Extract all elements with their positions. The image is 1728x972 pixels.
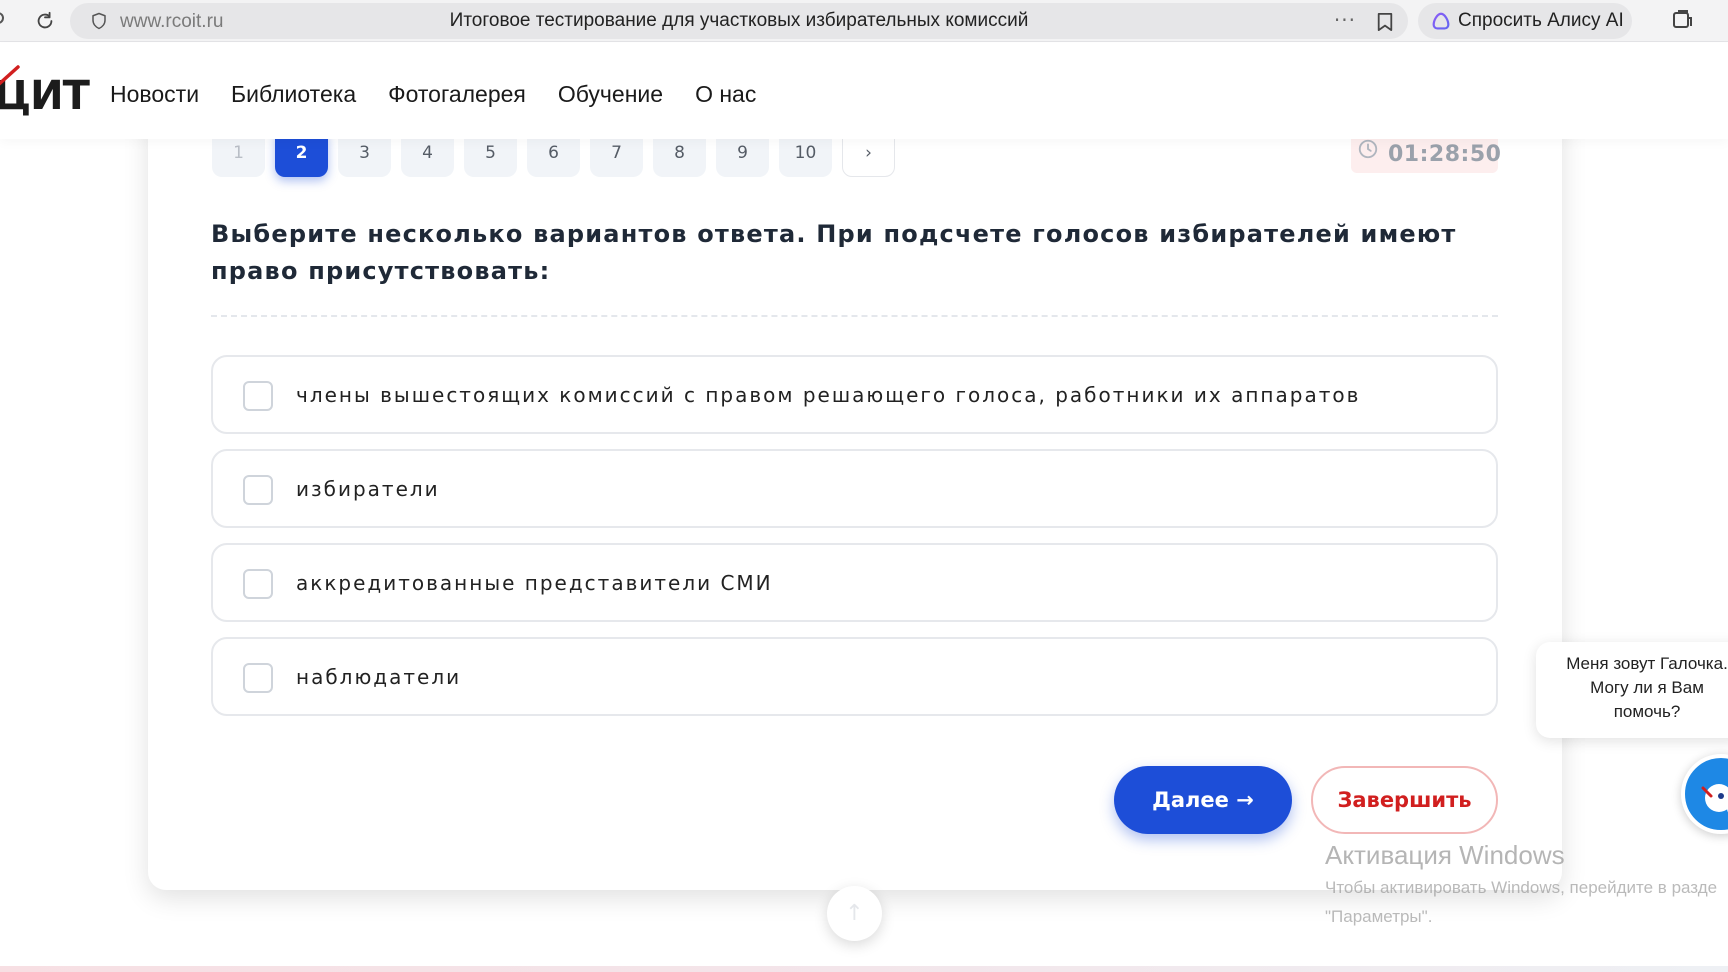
chat-greeting-text: Меня зовут Галочка. Могу ли я Вам помочь… (1536, 652, 1728, 724)
nav-item-library[interactable]: Библиотека (231, 81, 356, 108)
watermark-line-2: "Параметры". (1325, 907, 1433, 926)
shield-icon[interactable] (90, 12, 108, 30)
logo-checkmark-icon (0, 65, 20, 86)
reload-button[interactable] (32, 8, 58, 34)
answer-label: наблюдатели (296, 665, 462, 689)
ask-alice-button[interactable]: Спросить Алису AI (1418, 3, 1632, 39)
finish-test-button[interactable]: Завершить (1311, 766, 1498, 834)
nav-item-gallery[interactable]: Фотогалерея (388, 81, 526, 108)
answer-label: избиратели (296, 477, 440, 501)
answer-option[interactable]: аккредитованные представители СМИ (211, 543, 1498, 622)
clock-icon (1358, 139, 1378, 159)
more-menu-icon[interactable]: ··· (1334, 8, 1356, 32)
ask-alice-label: Спросить Алису AI (1458, 10, 1624, 31)
chat-line-2: Могу ли я Вам (1590, 678, 1704, 697)
answer-option[interactable]: наблюдатели (211, 637, 1498, 716)
tab-title: Итоговое тестирование для участковых изб… (449, 10, 1029, 31)
browser-toolbar: www.rcoit.ru Итоговое тестирование для у… (0, 0, 1728, 42)
answer-checkbox[interactable] (243, 569, 273, 599)
answer-option[interactable]: избиратели (211, 449, 1498, 528)
answer-label: аккредитованные представители СМИ (296, 571, 773, 595)
address-bar[interactable]: www.rcoit.ru Итоговое тестирование для у… (70, 3, 1408, 39)
bird-mascot-icon (1701, 784, 1728, 813)
url-text[interactable]: www.rcoit.ru (120, 11, 223, 33)
question-text: Выберите несколько вариантов ответа. При… (211, 220, 1457, 285)
site-logo[interactable]: ЦИТ (0, 65, 90, 119)
site-header: ЦИТ Новости Библиотека Фотогалерея Обуче… (0, 43, 1728, 139)
answer-options: члены вышестоящих комиссий с правом реша… (211, 355, 1498, 731)
answer-checkbox[interactable] (243, 381, 273, 411)
answer-label: члены вышестоящих комиссий с правом реша… (296, 383, 1361, 407)
back-icon[interactable] (0, 12, 4, 24)
timer-value: 01:28:50 (1388, 142, 1502, 167)
next-question-button[interactable]: Далее → (1114, 766, 1292, 834)
chat-line-3: помочь? (1613, 702, 1681, 721)
page-bottom-strip (0, 966, 1728, 972)
main-nav: Новости Библиотека Фотогалерея Обучение … (110, 81, 756, 108)
nav-item-about[interactable]: О нас (695, 81, 756, 108)
chat-assistant-avatar[interactable] (1681, 754, 1728, 834)
chat-greeting-bubble[interactable]: Меня зовут Галочка. Могу ли я Вам помочь… (1536, 642, 1728, 738)
bookmark-icon[interactable] (1376, 12, 1394, 32)
nav-item-news[interactable]: Новости (110, 81, 199, 108)
chat-line-1: Меня зовут Галочка. (1566, 654, 1728, 673)
answer-checkbox[interactable] (243, 475, 273, 505)
extensions-icon[interactable] (1670, 8, 1696, 34)
reload-icon (37, 11, 53, 29)
answer-option[interactable]: члены вышестоящих комиссий с правом реша… (211, 355, 1498, 434)
scroll-to-top-button[interactable]: ↑ (827, 886, 882, 941)
question-divider (211, 315, 1498, 317)
nav-item-training[interactable]: Обучение (558, 81, 663, 108)
countdown-timer: 01:28:50 (1351, 133, 1502, 173)
answer-checkbox[interactable] (243, 663, 273, 693)
alice-icon (1432, 12, 1450, 30)
